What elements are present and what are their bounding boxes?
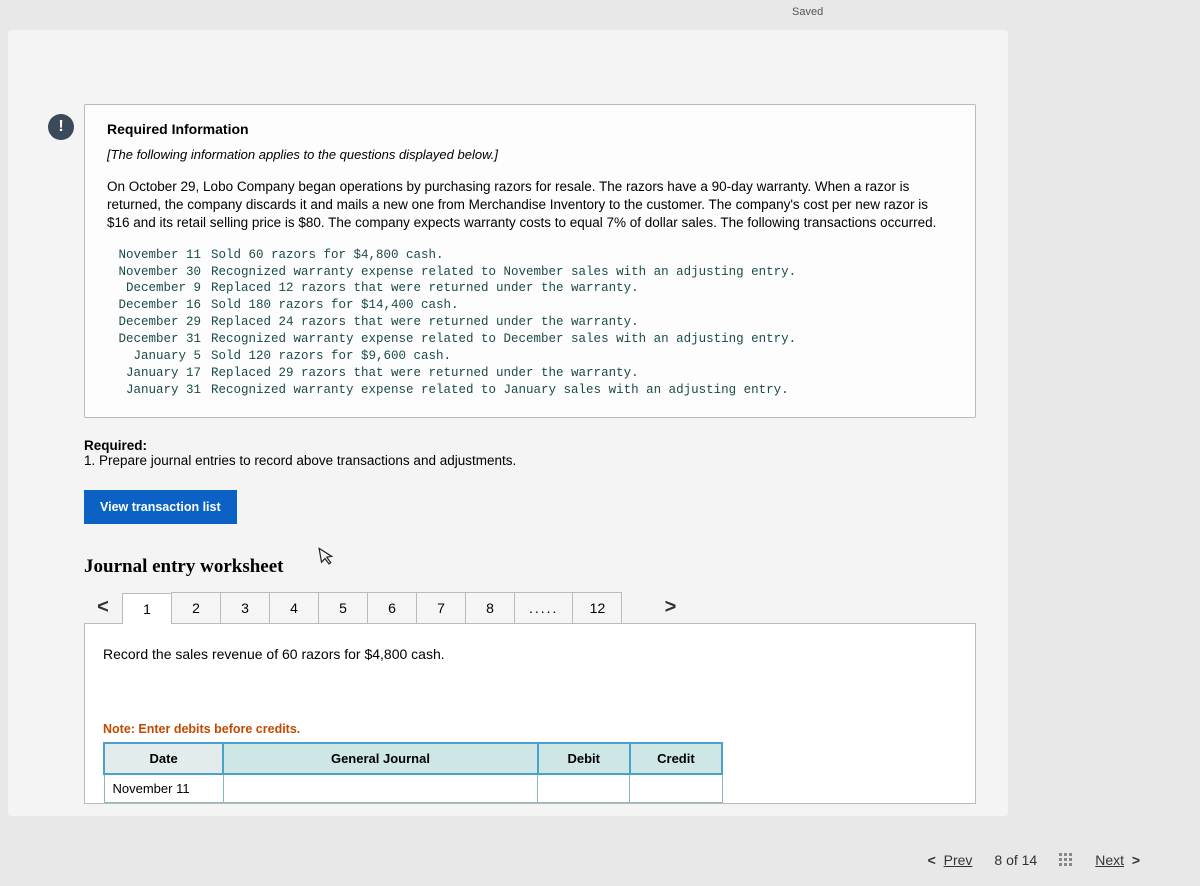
- saved-status: Saved: [792, 6, 823, 18]
- entry-tab-4[interactable]: 4: [269, 592, 319, 623]
- col-credit: Credit: [630, 743, 722, 774]
- tx-date: January 5: [107, 348, 211, 365]
- view-transaction-list-button[interactable]: View transaction list: [84, 490, 237, 524]
- scenario-text: On October 29, Lobo Company began operat…: [107, 178, 953, 233]
- grid-icon[interactable]: [1059, 853, 1073, 867]
- cell-debit[interactable]: [538, 774, 630, 803]
- entry-tab-2[interactable]: 2: [171, 592, 221, 623]
- transaction-row: November 11Sold 60 razors for $4,800 cas…: [107, 247, 953, 264]
- tx-date: December 29: [107, 314, 211, 331]
- tx-date: November 11: [107, 247, 211, 264]
- entry-instruction: Record the sales revenue of 60 razors fo…: [103, 646, 957, 662]
- cell-account[interactable]: [223, 774, 537, 803]
- tx-date: December 9: [107, 280, 211, 297]
- entry-tab-7[interactable]: 7: [416, 592, 466, 623]
- table-row: November 11: [104, 774, 722, 803]
- transaction-row: December 29Replaced 24 razors that were …: [107, 314, 953, 331]
- entry-note: Note: Enter debits before credits.: [103, 722, 957, 736]
- tx-date: January 31: [107, 382, 211, 399]
- transaction-row: January 5Sold 120 razors for $9,600 cash…: [107, 348, 953, 365]
- page-navigation: < Prev 8 of 14 Next >: [928, 852, 1140, 868]
- tx-desc: Replaced 24 razors that were returned un…: [211, 314, 953, 331]
- worksheet-title: Journal entry worksheet: [84, 556, 976, 578]
- tx-desc: Sold 180 razors for $14,400 cash.: [211, 297, 953, 314]
- transaction-row: December 9Replaced 12 razors that were r…: [107, 280, 953, 297]
- applies-note: [The following information applies to th…: [107, 147, 953, 162]
- tx-date: January 17: [107, 365, 211, 382]
- transaction-row: January 31Recognized warranty expense re…: [107, 382, 953, 399]
- transaction-row: November 30Recognized warranty expense r…: [107, 264, 953, 281]
- tx-date: December 16: [107, 297, 211, 314]
- transaction-row: December 16Sold 180 razors for $14,400 c…: [107, 297, 953, 314]
- tx-desc: Recognized warranty expense related to D…: [211, 331, 953, 348]
- entry-tab-1[interactable]: 1: [122, 593, 172, 624]
- cell-date[interactable]: November 11: [104, 774, 223, 803]
- tx-desc: Recognized warranty expense related to N…: [211, 264, 953, 281]
- entry-tab-8[interactable]: 8: [465, 592, 515, 623]
- cell-credit[interactable]: [630, 774, 722, 803]
- transaction-row: December 31Recognized warranty expense r…: [107, 331, 953, 348]
- tx-desc: Recognized warranty expense related to J…: [211, 382, 953, 399]
- alert-icon: !: [48, 114, 74, 140]
- tx-date: November 30: [107, 264, 211, 281]
- prev-label: Prev: [944, 852, 973, 868]
- journal-entry-table: Date General Journal Debit Credit Novemb…: [103, 742, 723, 803]
- required-information-box: Required Information [The following info…: [84, 104, 976, 418]
- entry-panel: Record the sales revenue of 60 razors fo…: [84, 623, 976, 804]
- required-information-heading: Required Information: [107, 121, 953, 137]
- page-position: 8 of 14: [994, 852, 1037, 868]
- next-label: Next: [1095, 852, 1124, 868]
- tx-desc: Sold 120 razors for $9,600 cash.: [211, 348, 953, 365]
- entry-tab-6[interactable]: 6: [367, 592, 417, 623]
- tab-prev-arrow[interactable]: <: [84, 592, 122, 623]
- cursor-pointer-icon: [317, 545, 339, 573]
- tab-next-arrow[interactable]: >: [651, 592, 689, 623]
- transaction-list: November 11Sold 60 razors for $4,800 cas…: [107, 247, 953, 399]
- tx-date: December 31: [107, 331, 211, 348]
- entry-tab-5[interactable]: 5: [318, 592, 368, 623]
- transaction-row: January 17Replaced 29 razors that were r…: [107, 365, 953, 382]
- journal-entry-worksheet: Journal entry worksheet < 1 2 3 4 5 6 7 …: [84, 556, 976, 804]
- col-date: Date: [104, 743, 223, 774]
- prev-button[interactable]: < Prev: [928, 852, 973, 868]
- col-debit: Debit: [538, 743, 630, 774]
- entry-tab-strip: < 1 2 3 4 5 6 7 8 ..... 12 >: [84, 592, 976, 623]
- col-general-journal: General Journal: [223, 743, 537, 774]
- tx-desc: Sold 60 razors for $4,800 cash.: [211, 247, 953, 264]
- tx-desc: Replaced 12 razors that were returned un…: [211, 280, 953, 297]
- required-block: Required: 1. Prepare journal entries to …: [84, 438, 976, 468]
- required-item-1: 1. Prepare journal entries to record abo…: [84, 453, 976, 468]
- entry-tab-12[interactable]: 12: [572, 592, 622, 623]
- main-panel: ! Required Information [The following in…: [8, 30, 1008, 816]
- entry-tab-ellipsis[interactable]: .....: [514, 592, 573, 623]
- required-label: Required:: [84, 438, 976, 453]
- next-button[interactable]: Next >: [1095, 852, 1140, 868]
- tx-desc: Replaced 29 razors that were returned un…: [211, 365, 953, 382]
- chevron-right-icon: >: [1132, 852, 1140, 868]
- entry-tab-3[interactable]: 3: [220, 592, 270, 623]
- chevron-left-icon: <: [928, 852, 936, 868]
